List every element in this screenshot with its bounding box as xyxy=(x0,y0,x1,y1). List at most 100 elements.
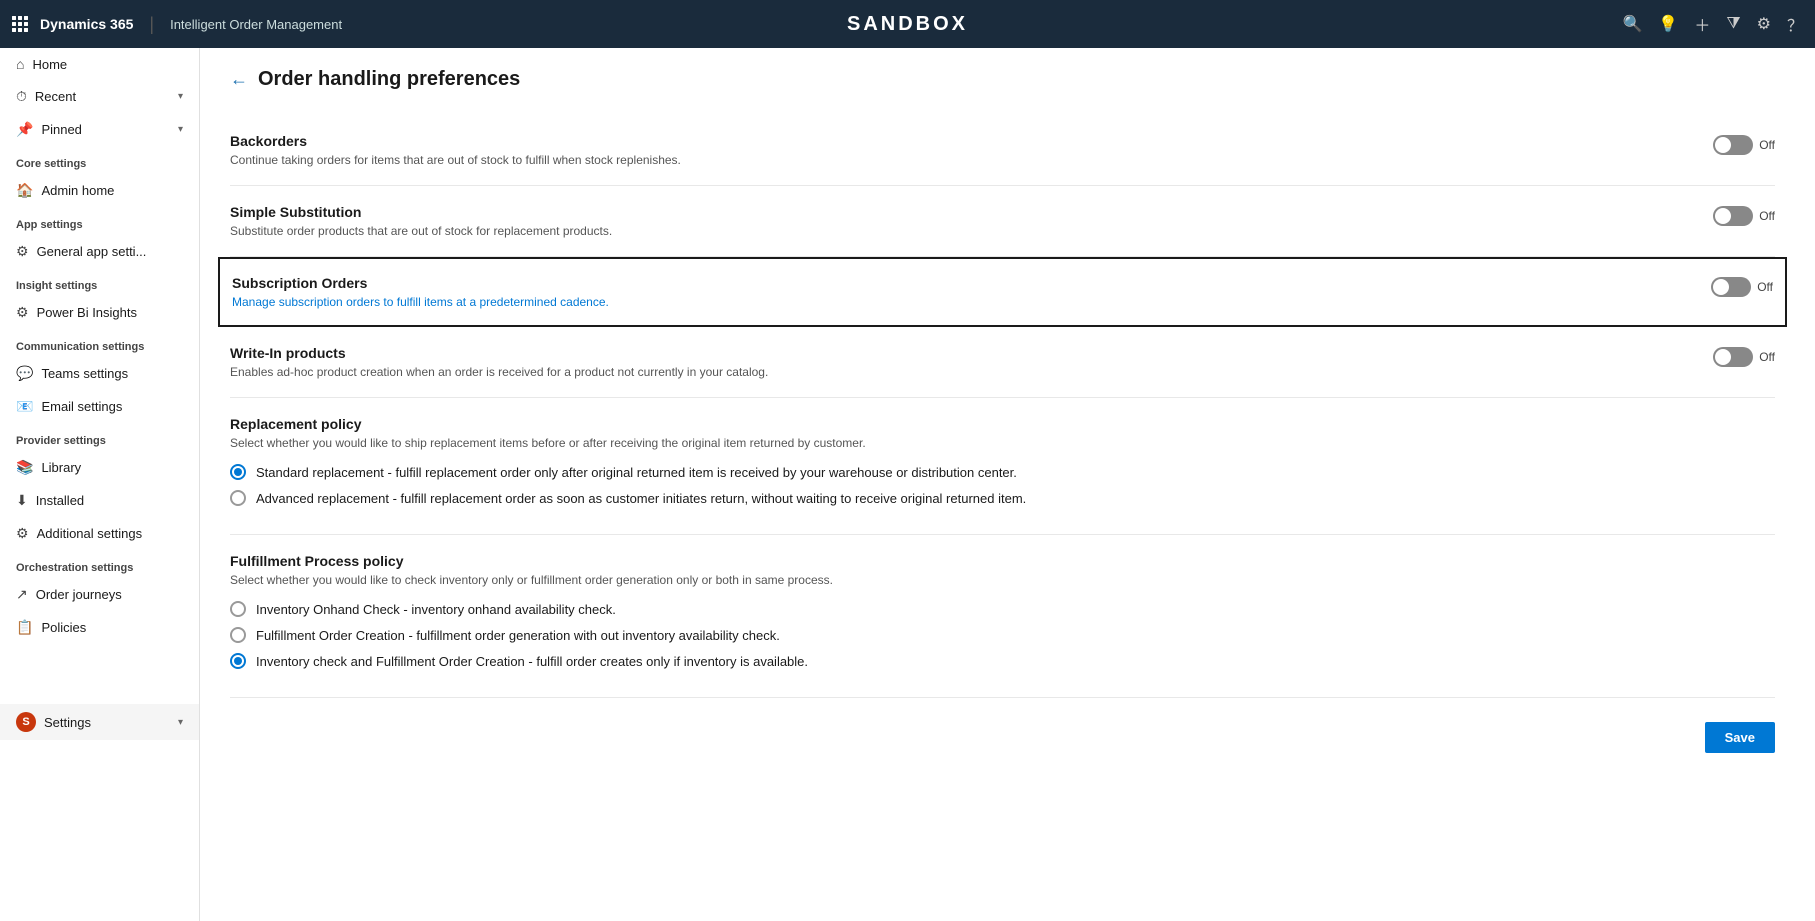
backorders-desc: Continue taking orders for items that ar… xyxy=(230,153,1693,167)
replacement-advanced-option[interactable]: Advanced replacement - fulfill replaceme… xyxy=(230,490,1775,506)
page-title: Order handling preferences xyxy=(258,68,520,91)
settings-chevron-icon: ▾ xyxy=(178,717,183,728)
orchestration-settings-section-title: Orchestration settings xyxy=(0,550,199,578)
installed-icon: ⬇ xyxy=(16,492,28,509)
write-in-products-toggle-label: Off xyxy=(1759,350,1775,364)
fulfillment-inventory-onhand-radio[interactable] xyxy=(230,601,246,617)
sidebar-item-admin-home[interactable]: 🏠 Admin home xyxy=(0,174,199,207)
gear-icon[interactable]: ⚙ xyxy=(1757,14,1771,34)
search-icon[interactable]: 🔍 xyxy=(1623,14,1643,34)
additional-settings-icon: ⚙ xyxy=(16,525,29,542)
simple-substitution-info: Simple Substitution Substitute order pro… xyxy=(230,204,1693,238)
insight-settings-section-title: Insight settings xyxy=(0,268,199,296)
sidebar-item-installed[interactable]: ⬇ Installed xyxy=(0,484,199,517)
write-in-products-toggle-container: Off xyxy=(1713,345,1775,367)
write-in-products-info: Write-In products Enables ad-hoc product… xyxy=(230,345,1693,379)
backorders-info: Backorders Continue taking orders for it… xyxy=(230,133,1693,167)
recent-icon: ⏱ xyxy=(16,88,27,105)
simple-substitution-setting-row: Simple Substitution Substitute order pro… xyxy=(230,186,1775,257)
general-app-icon: ⚙ xyxy=(16,243,29,260)
policies-icon: 📋 xyxy=(16,619,33,636)
app-settings-section-title: App settings xyxy=(0,207,199,235)
sidebar-item-teams[interactable]: 💬 Teams settings xyxy=(0,357,199,390)
fulfillment-policy-desc: Select whether you would like to check i… xyxy=(230,573,1775,587)
settings-avatar: S xyxy=(16,712,36,732)
backorders-toggle-label: Off xyxy=(1759,138,1775,152)
subscription-orders-toggle-label: Off xyxy=(1757,280,1773,294)
replacement-standard-option[interactable]: Standard replacement - fulfill replaceme… xyxy=(230,464,1775,480)
sidebar-item-order-journeys[interactable]: ↗ Order journeys xyxy=(0,578,199,611)
write-in-products-title: Write-In products xyxy=(230,345,1693,361)
save-button[interactable]: Save xyxy=(1705,722,1775,753)
waffle-menu-icon[interactable] xyxy=(12,16,28,32)
order-journeys-icon: ↗ xyxy=(16,586,28,603)
subscription-orders-setting-row: Subscription Orders Manage subscription … xyxy=(218,257,1787,327)
fulfillment-order-creation-radio[interactable] xyxy=(230,627,246,643)
fulfillment-policy-section: Fulfillment Process policy Select whethe… xyxy=(230,535,1775,698)
plus-icon[interactable]: ＋ xyxy=(1694,12,1710,36)
lightbulb-icon[interactable]: 💡 xyxy=(1658,14,1678,34)
communication-settings-section-title: Communication settings xyxy=(0,329,199,357)
brand-name[interactable]: Dynamics 365 xyxy=(40,16,133,32)
subscription-orders-info: Subscription Orders Manage subscription … xyxy=(232,275,1691,309)
simple-substitution-title: Simple Substitution xyxy=(230,204,1693,220)
library-icon: 📚 xyxy=(16,459,33,476)
sidebar-item-general-app[interactable]: ⚙ General app setti... xyxy=(0,235,199,268)
write-in-products-desc: Enables ad-hoc product creation when an … xyxy=(230,365,1693,379)
fulfillment-inventory-and-fulfillment-radio[interactable] xyxy=(230,653,246,669)
app-name: Intelligent Order Management xyxy=(170,17,342,32)
replacement-advanced-radio[interactable] xyxy=(230,490,246,506)
power-bi-icon: ⚙ xyxy=(16,304,29,321)
admin-home-icon: 🏠 xyxy=(16,182,33,199)
sidebar-item-power-bi[interactable]: ⚙ Power Bi Insights xyxy=(0,296,199,329)
sidebar-item-email[interactable]: 📧 Email settings xyxy=(0,390,199,423)
main-layout: ⌂ Home ⏱ Recent ▾ 📌 Pinned ▾ Core settin… xyxy=(0,48,1815,921)
home-icon: ⌂ xyxy=(16,56,24,72)
nav-separator: | xyxy=(149,14,154,35)
recent-chevron-icon: ▾ xyxy=(178,91,183,102)
backorders-toggle-container: Off xyxy=(1713,133,1775,155)
pinned-icon: 📌 xyxy=(16,121,33,138)
fulfillment-inventory-onhand-option[interactable]: Inventory Onhand Check - inventory onhan… xyxy=(230,601,1775,617)
help-icon[interactable]: ？ xyxy=(1787,12,1803,36)
replacement-standard-radio[interactable] xyxy=(230,464,246,480)
replacement-policy-title: Replacement policy xyxy=(230,416,1775,432)
sandbox-title: SANDBOX xyxy=(847,13,968,36)
sidebar-item-additional-settings[interactable]: ⚙ Additional settings xyxy=(0,517,199,550)
top-nav-icons: 🔍 💡 ＋ ⧩ ⚙ ？ xyxy=(1623,12,1804,36)
email-icon: 📧 xyxy=(16,398,33,415)
fulfillment-inventory-and-fulfillment-option[interactable]: Inventory check and Fulfillment Order Cr… xyxy=(230,653,1775,669)
simple-substitution-toggle-container: Off xyxy=(1713,204,1775,226)
subscription-orders-toggle-container: Off xyxy=(1711,275,1773,297)
sidebar-item-library[interactable]: 📚 Library xyxy=(0,451,199,484)
sidebar: ⌂ Home ⏱ Recent ▾ 📌 Pinned ▾ Core settin… xyxy=(0,48,200,921)
write-in-products-setting-row: Write-In products Enables ad-hoc product… xyxy=(230,327,1775,398)
core-settings-section-title: Core settings xyxy=(0,146,199,174)
back-button[interactable]: ← xyxy=(230,69,248,90)
sidebar-bottom-settings[interactable]: S Settings ▾ xyxy=(0,704,199,740)
subscription-orders-toggle[interactable] xyxy=(1711,277,1751,297)
sidebar-item-policies[interactable]: 📋 Policies xyxy=(0,611,199,644)
write-in-products-toggle[interactable] xyxy=(1713,347,1753,367)
fulfillment-order-creation-label: Fulfillment Order Creation - fulfillment… xyxy=(256,628,780,643)
fulfillment-order-creation-option[interactable]: Fulfillment Order Creation - fulfillment… xyxy=(230,627,1775,643)
simple-substitution-toggle[interactable] xyxy=(1713,206,1753,226)
sidebar-item-pinned[interactable]: 📌 Pinned ▾ xyxy=(0,113,199,146)
fulfillment-policy-title: Fulfillment Process policy xyxy=(230,553,1775,569)
content-area: ← Order handling preferences Backorders … xyxy=(200,48,1815,921)
replacement-policy-section: Replacement policy Select whether you wo… xyxy=(230,398,1775,535)
save-btn-row: Save xyxy=(230,698,1775,753)
fulfillment-inventory-and-fulfillment-label: Inventory check and Fulfillment Order Cr… xyxy=(256,654,808,669)
backorders-toggle[interactable] xyxy=(1713,135,1753,155)
replacement-standard-label: Standard replacement - fulfill replaceme… xyxy=(256,465,1017,480)
backorders-setting-row: Backorders Continue taking orders for it… xyxy=(230,115,1775,186)
replacement-advanced-label: Advanced replacement - fulfill replaceme… xyxy=(256,491,1026,506)
simple-substitution-toggle-label: Off xyxy=(1759,209,1775,223)
sidebar-item-home[interactable]: ⌂ Home xyxy=(0,48,199,80)
simple-substitution-desc: Substitute order products that are out o… xyxy=(230,224,1693,238)
provider-settings-section-title: Provider settings xyxy=(0,423,199,451)
backorders-title: Backorders xyxy=(230,133,1693,149)
fulfillment-inventory-onhand-label: Inventory Onhand Check - inventory onhan… xyxy=(256,602,616,617)
sidebar-item-recent[interactable]: ⏱ Recent ▾ xyxy=(0,80,199,113)
filter-icon[interactable]: ⧩ xyxy=(1726,15,1740,33)
